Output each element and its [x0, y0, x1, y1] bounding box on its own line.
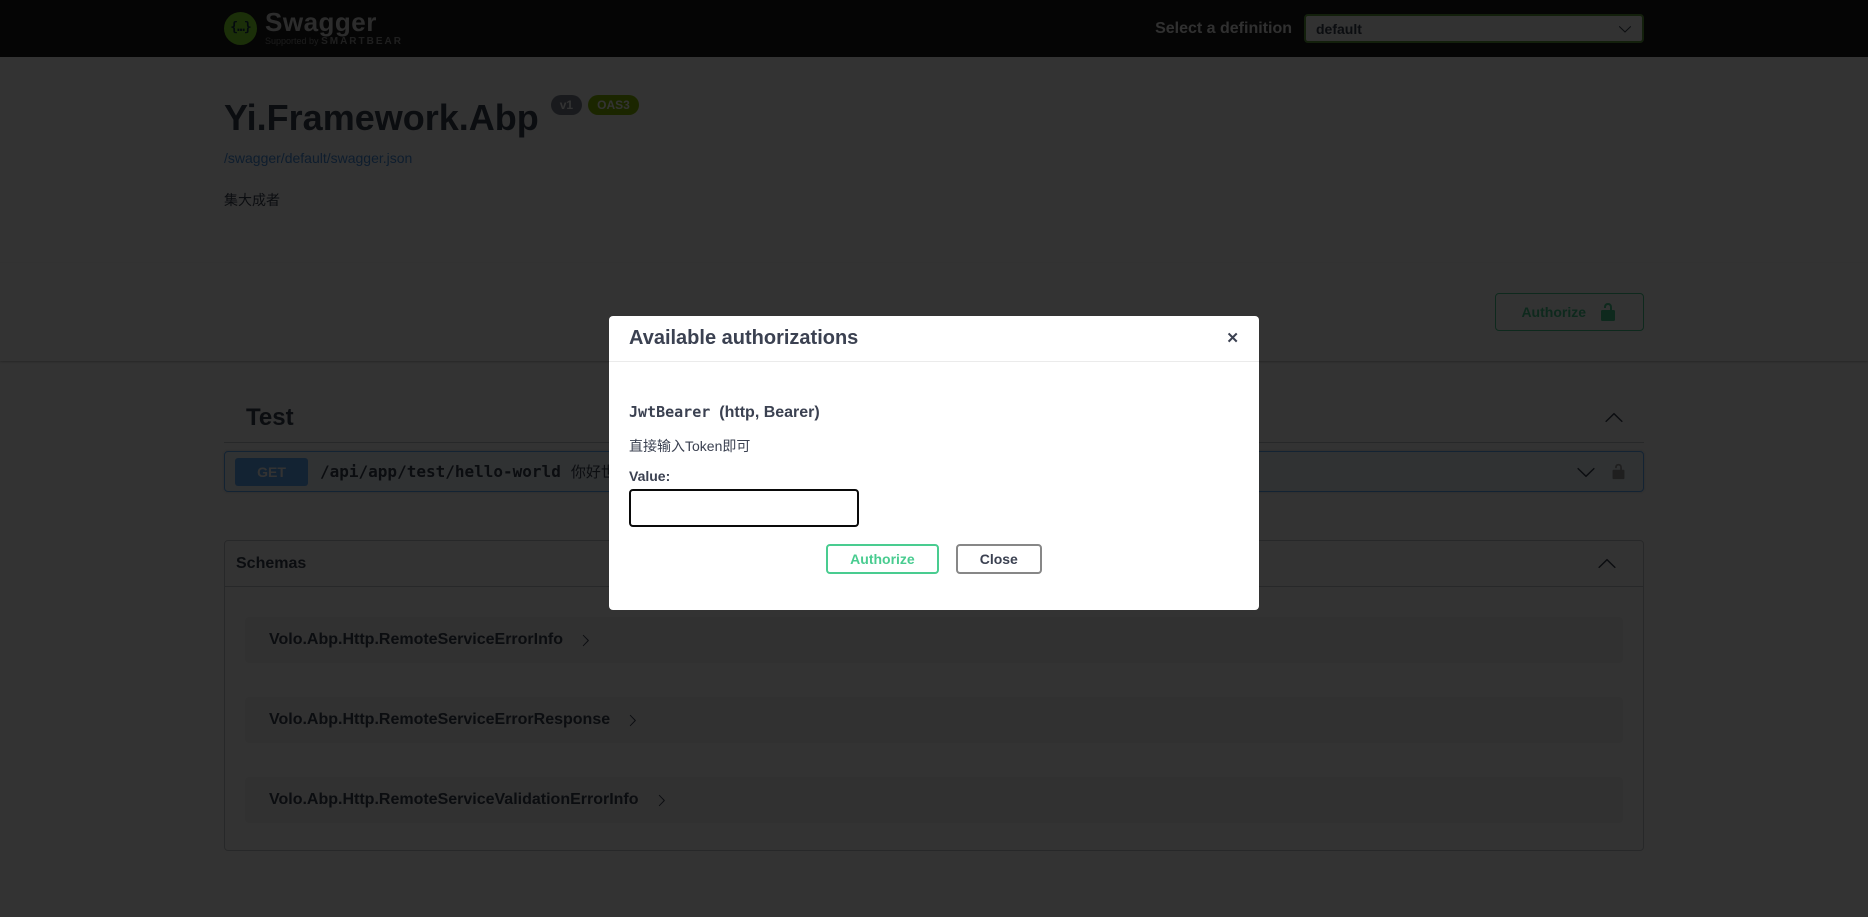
modal-authorize-button[interactable]: Authorize — [826, 544, 939, 574]
modal-close-button[interactable]: Close — [956, 544, 1042, 574]
auth-scheme-type: (http, Bearer) — [719, 404, 819, 421]
modal-title: Available authorizations — [629, 327, 858, 350]
modal-close-icon[interactable]: ✕ — [1226, 331, 1239, 346]
auth-scheme-title: JwtBearer (http, Bearer) — [629, 403, 1239, 422]
auth-modal: Available authorizations ✕ JwtBearer (htt… — [609, 316, 1259, 610]
value-label: Value: — [629, 468, 1239, 484]
token-value-input[interactable] — [629, 489, 859, 527]
auth-scheme-name: JwtBearer — [629, 403, 710, 421]
auth-scheme-description: 直接输入Token即可 — [629, 436, 1239, 456]
